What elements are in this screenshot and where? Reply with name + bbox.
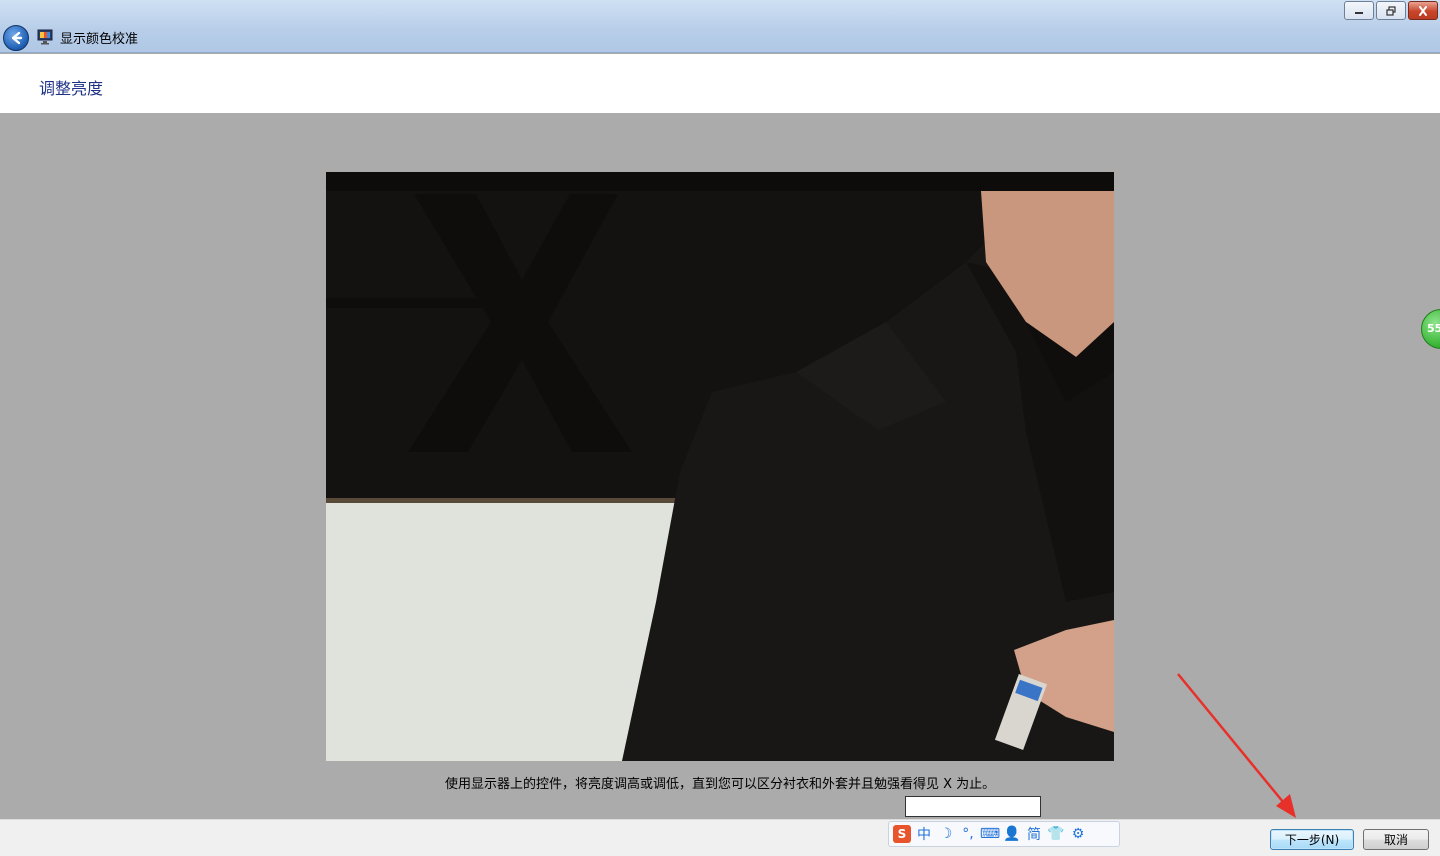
display-monitor-icon (37, 29, 53, 45)
minimize-button[interactable] (1344, 1, 1374, 20)
ime-logo-icon[interactable]: S (893, 825, 911, 843)
page-title: 调整亮度 (39, 79, 104, 98)
bottom-bar (0, 819, 1440, 856)
man-in-suit-image (326, 172, 1114, 761)
next-button[interactable]: 下一步(N) (1270, 829, 1354, 850)
window-title: 显示颜色校准 (60, 32, 139, 47)
ime-moon-icon[interactable]: ☽ (937, 825, 955, 843)
ime-punctuation-icon[interactable]: °, (959, 825, 977, 843)
brightness-calibration-image (326, 172, 1114, 761)
instruction-text: 使用显示器上的控件，将亮度调高或调低，直到您可以区分衬衣和外套并且勉强看得见 X… (445, 777, 996, 792)
ime-keyboard-icon[interactable]: ⌨ (980, 825, 1000, 843)
restore-button[interactable] (1376, 1, 1406, 20)
cancel-button[interactable]: 取消 (1363, 829, 1429, 850)
annotation-arrow-icon (1177, 673, 1296, 818)
close-icon (1419, 5, 1427, 16)
ime-toolbar: S 中 ☽ °, ⌨ 👤 简 👕 ⚙ (888, 821, 1120, 847)
ime-settings-icon[interactable]: ⚙ (1069, 825, 1087, 843)
ime-composition-box[interactable] (905, 796, 1041, 817)
minimize-icon (1355, 11, 1363, 14)
ime-user-icon[interactable]: 👤 (1003, 825, 1021, 843)
ime-chinese-mode[interactable]: 中 (915, 825, 933, 843)
title-bar: 显示颜色校准 (0, 0, 1440, 53)
back-button[interactable] (3, 25, 29, 51)
back-arrow-icon (11, 31, 23, 45)
floating-badge[interactable]: 55 (1421, 309, 1440, 349)
window-controls (1344, 1, 1438, 20)
page-header: 调整亮度 (0, 54, 1440, 113)
ime-simplified-mode[interactable]: 简 (1025, 825, 1043, 843)
ime-skin-icon[interactable]: 👕 (1047, 825, 1065, 843)
restore-icon (1386, 5, 1396, 16)
close-button[interactable] (1408, 1, 1438, 20)
